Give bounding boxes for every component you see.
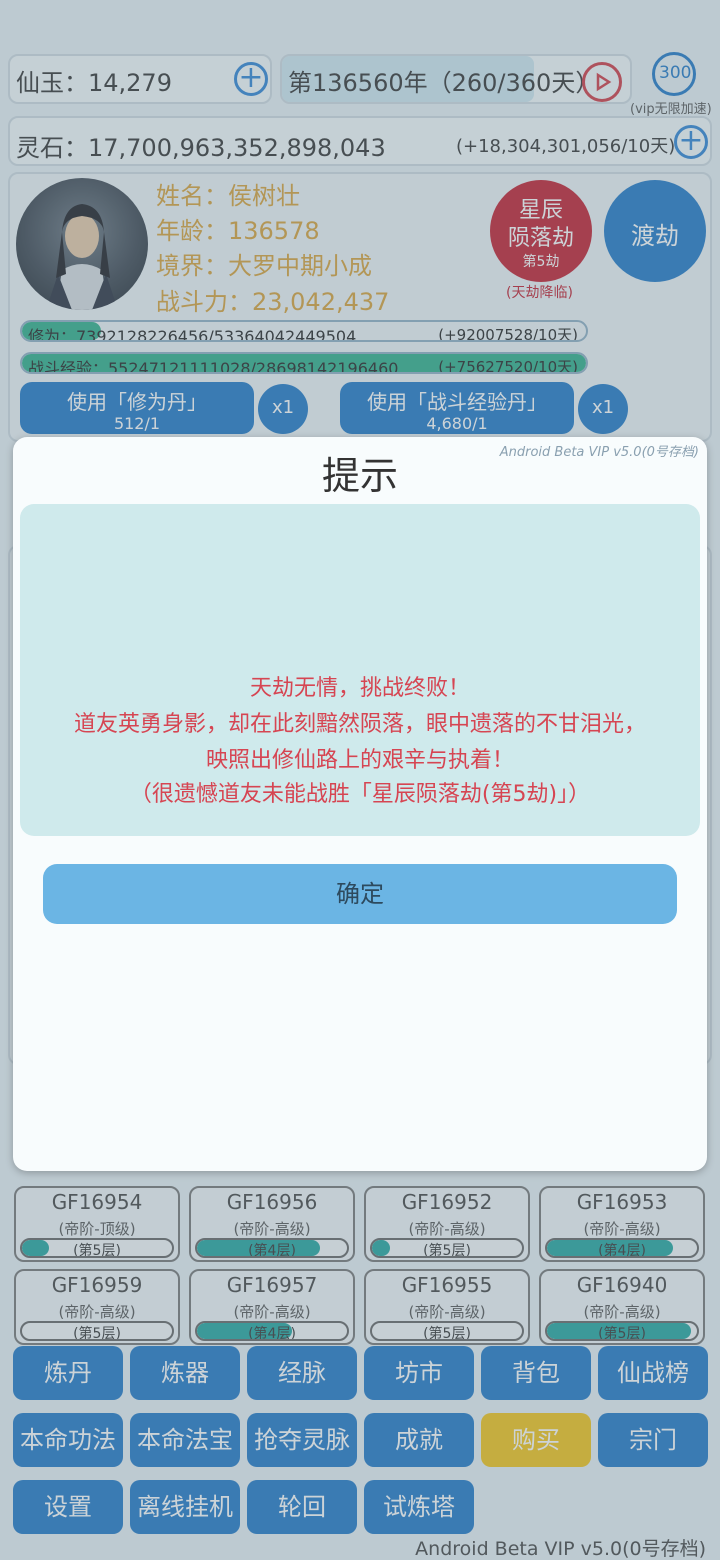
confirm-button[interactable]: 确定 — [43, 864, 677, 924]
dialog-message-line-2: 道友英勇身影，却在此刻黯然陨落，眼中遗落的不甘泪光， — [73, 712, 646, 737]
dialog-message-line-4: （很遗憾道友未能战胜「星辰陨落劫(第5劫)」） — [129, 782, 591, 807]
dialog-message-box: 天劫无情，挑战终败！ 道友英勇身影，却在此刻黯然陨落，眼中遗落的不甘泪光， 映照… — [20, 504, 700, 836]
dialog-message-line-3: 映照出修仙路上的艰辛与执着！ — [205, 748, 514, 773]
dialog-message-line-1: 天劫无情，挑战终败！ — [249, 676, 470, 701]
alert-dialog: Android Beta VIP v5.0(0号存档) 提示 天劫无情，挑战终败… — [13, 437, 707, 1171]
dialog-title: 提示 — [321, 454, 398, 498]
